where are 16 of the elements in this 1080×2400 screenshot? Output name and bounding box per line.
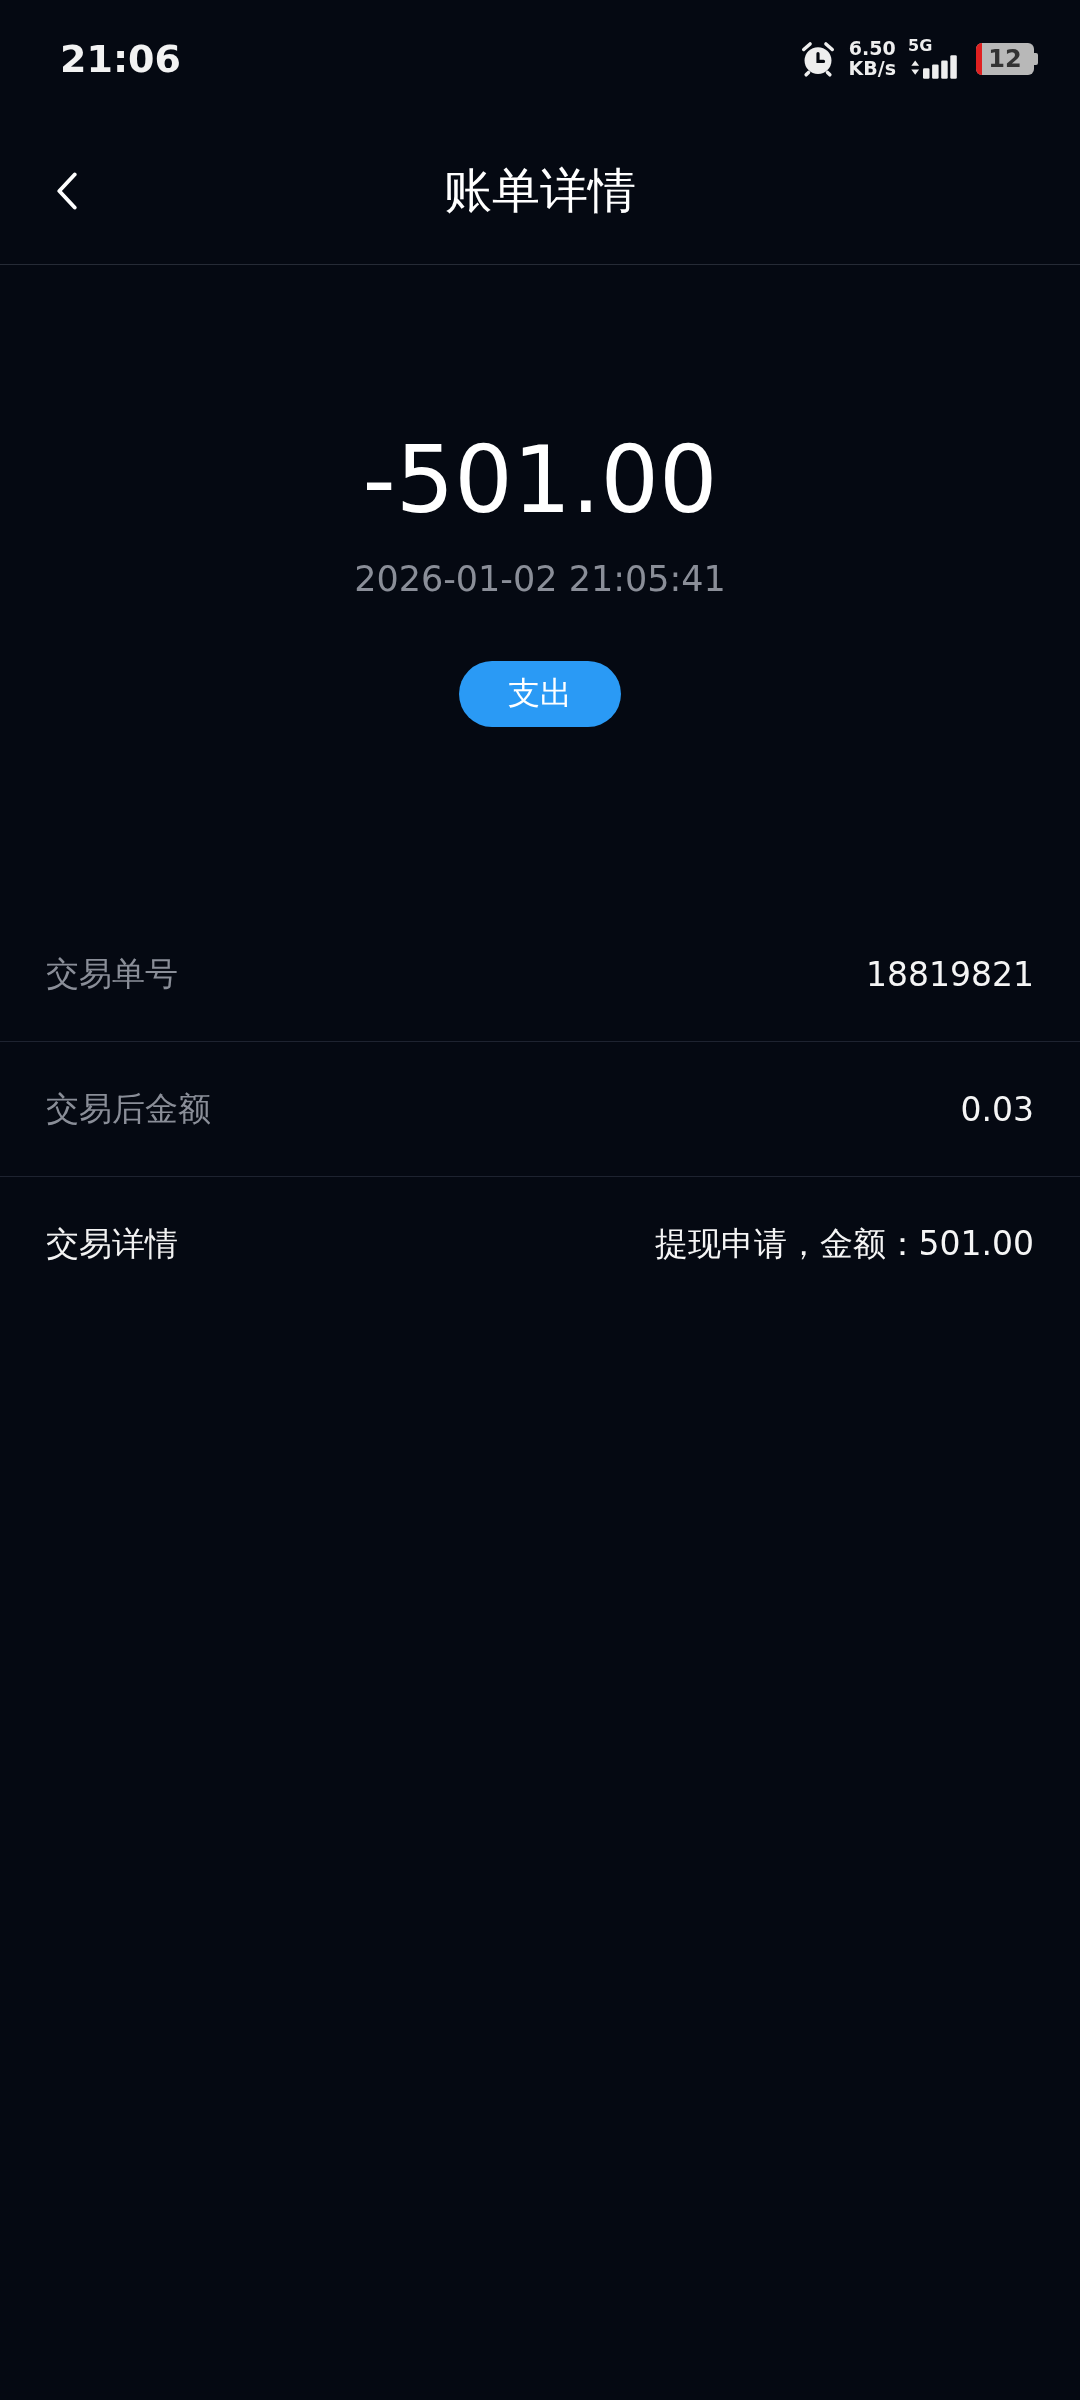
network-speed: 6.50 [848, 39, 896, 59]
page-title: 账单详情 [444, 161, 636, 220]
detail-value: 提现申请，金额：501.00 [654, 1222, 1034, 1265]
speed-unit: KB/s [848, 59, 896, 79]
detail-value: 18819821 [866, 954, 1034, 994]
transaction-datetime: 2026-01-02 21:05:41 [354, 559, 726, 600]
detail-label: 交易后金额 [46, 1087, 211, 1130]
network-type: 5G [908, 38, 933, 54]
type-badge: 支出 [459, 661, 621, 728]
detail-value: 0.03 [960, 1089, 1034, 1129]
detail-label: 交易详情 [46, 1222, 178, 1265]
battery-indicator: 12 [976, 43, 1038, 75]
detail-label: 交易单号 [46, 952, 178, 995]
status-time: 21:06 [60, 37, 181, 81]
transaction-amount: -501.00 [362, 430, 718, 532]
back-icon[interactable] [56, 172, 78, 210]
